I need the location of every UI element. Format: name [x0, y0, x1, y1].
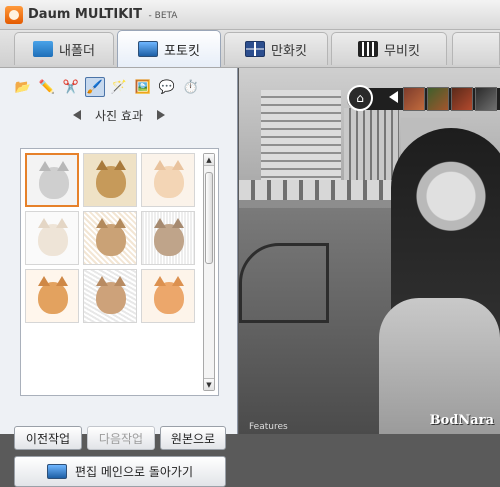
- folder-icon: [33, 41, 54, 57]
- photo-effect-icon[interactable]: 🖌️: [85, 77, 105, 97]
- app-name: Daum MULTIKIT: [28, 7, 142, 22]
- effect-thumbnail-list: ▲ ▼: [20, 148, 219, 396]
- scrollbar-thumb[interactable]: [205, 172, 213, 264]
- tab-label: 무비킷: [384, 43, 420, 59]
- text-tool-icon[interactable]: ✏️: [37, 77, 57, 97]
- effect-thumbnail[interactable]: [25, 211, 79, 265]
- app-title: Daum MULTIKIT - BETA: [28, 7, 177, 22]
- cat-image: [96, 218, 126, 256]
- app-beta-label: - BETA: [148, 11, 178, 21]
- tab-comic-kit[interactable]: 만화킷: [224, 32, 328, 65]
- cat-image: [39, 161, 69, 199]
- frame-icon[interactable]: 🖼️: [133, 77, 153, 97]
- scroll-up-arrow-icon[interactable]: ▲: [204, 154, 214, 166]
- effect-thumbnail[interactable]: [25, 153, 79, 207]
- effect-thumbnail[interactable]: [141, 269, 195, 323]
- effect-thumbnail[interactable]: [83, 269, 137, 323]
- thumbnail-scrollbar[interactable]: ▲ ▼: [203, 153, 215, 391]
- effect-thumbnail[interactable]: [25, 269, 79, 323]
- watermark: BodNara: [429, 413, 494, 428]
- strip-thumbnail[interactable]: [475, 87, 497, 111]
- effect-thumbnail[interactable]: [83, 153, 137, 207]
- cat-image: [38, 218, 68, 256]
- tab-bar-filler: [452, 32, 500, 65]
- tab-label: 만화킷: [271, 43, 307, 59]
- open-folder-icon[interactable]: 📂: [13, 77, 33, 97]
- tab-photo-kit[interactable]: 포토킷: [117, 30, 221, 67]
- strip-left-arrow-icon[interactable]: [389, 91, 398, 103]
- folder-icon[interactable]: ⌂: [347, 85, 373, 111]
- prev-category-arrow-icon[interactable]: [73, 110, 81, 120]
- strip-thumbnail[interactable]: [451, 87, 473, 111]
- speech-bubble-icon[interactable]: 💬: [157, 77, 177, 97]
- main-tab-bar: 내폴더 포토킷 만화킷 무비킷: [0, 30, 500, 68]
- effect-thumbnail[interactable]: [141, 153, 195, 207]
- effect-category-title: 사진 효과: [95, 108, 143, 123]
- effects-panel: 📂 ✏️ ✂️ 🖌️ 🪄 🖼️ 💬 ⏱️ 사진 효과 ▲ ▼ 이전작업 다음작업…: [0, 68, 238, 487]
- scissors-icon[interactable]: ✂️: [61, 77, 81, 97]
- cat-image: [96, 160, 126, 198]
- next-category-arrow-icon[interactable]: [156, 110, 165, 120]
- comic-icon: [245, 41, 266, 57]
- preview-caption: Features: [249, 422, 288, 432]
- cat-image: [154, 218, 184, 256]
- effect-thumbnail[interactable]: [141, 211, 195, 265]
- magic-wand-icon[interactable]: 🪄: [109, 77, 129, 97]
- movie-clapper-icon: [358, 41, 379, 57]
- photo-icon: [138, 41, 159, 57]
- tab-movie-kit[interactable]: 무비킷: [331, 32, 447, 65]
- cat-image: [154, 160, 184, 198]
- scroll-down-arrow-icon[interactable]: ▼: [204, 378, 214, 390]
- cat-image: [154, 276, 184, 314]
- cat-image: [38, 276, 68, 314]
- previous-step-button[interactable]: 이전작업: [14, 426, 82, 450]
- strip-thumbnail[interactable]: [403, 87, 425, 111]
- effect-thumbnail-grid: [25, 153, 205, 323]
- photo-preview-canvas[interactable]: ⌂ Features BodNara: [239, 68, 500, 434]
- tab-my-folder[interactable]: 내폴더: [14, 32, 114, 65]
- back-to-edit-main-button[interactable]: 편집 메인으로 돌아가기: [14, 456, 226, 487]
- back-to-edit-main-label: 편집 메인으로 돌아가기: [74, 465, 194, 479]
- effect-category-nav: 사진 효과: [0, 106, 238, 124]
- strip-thumbnail[interactable]: [427, 87, 449, 111]
- tool-row: 📂 ✏️ ✂️ 🖌️ 🪄 🖼️ 💬 ⏱️: [13, 77, 201, 97]
- image-thumbnail-strip: [403, 87, 497, 111]
- title-bar: Daum MULTIKIT - BETA: [0, 0, 500, 30]
- effect-thumbnail[interactable]: [83, 211, 137, 265]
- photo-icon: [46, 464, 67, 479]
- next-step-button[interactable]: 다음작업: [87, 426, 155, 450]
- revert-original-button[interactable]: 원본으로: [160, 426, 226, 450]
- timer-icon[interactable]: ⏱️: [181, 77, 201, 97]
- tab-label: 내폴더: [59, 43, 95, 59]
- cat-image: [96, 276, 126, 314]
- tab-label: 포토킷: [164, 43, 200, 59]
- daum-logo-icon: [5, 6, 23, 24]
- preview-railing: [239, 243, 329, 323]
